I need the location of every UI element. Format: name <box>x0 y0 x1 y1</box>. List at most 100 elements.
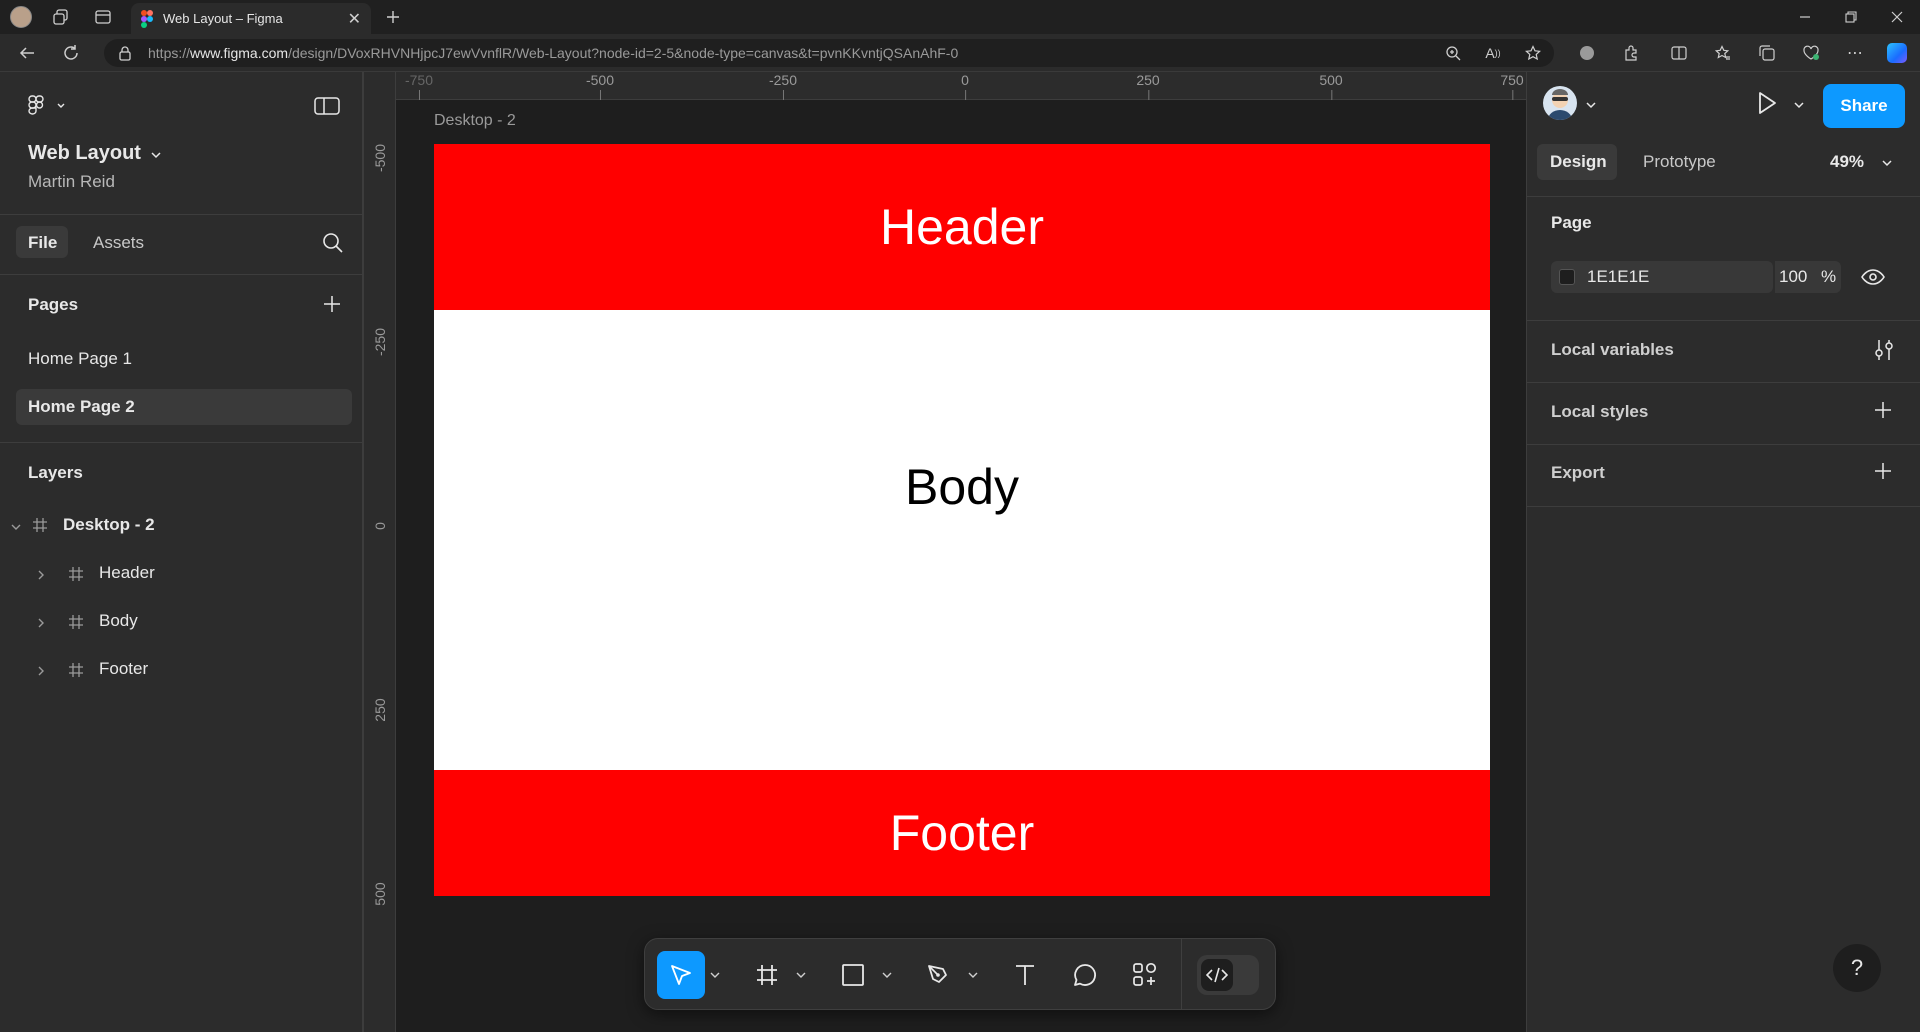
profile-avatar-icon[interactable] <box>6 2 36 32</box>
layer-footer[interactable]: Footer <box>99 659 148 679</box>
frame-icon <box>32 517 48 533</box>
read-aloud-icon[interactable]: A)) <box>1478 38 1508 68</box>
actions-grid-icon <box>1132 962 1158 988</box>
restore-icon[interactable] <box>1836 2 1866 32</box>
present-play-icon[interactable] <box>1755 90 1779 116</box>
eye-visibility-icon[interactable] <box>1861 268 1885 286</box>
canvas[interactable]: -750 -500 -250 0 250 500 750 -500 -250 0… <box>364 72 1526 1032</box>
frame-tool-button[interactable] <box>743 951 791 999</box>
local-variables-heading[interactable]: Local variables <box>1551 340 1674 360</box>
user-avatar[interactable] <box>1543 86 1577 120</box>
pen-tool-button[interactable] <box>915 951 963 999</box>
refresh-icon[interactable] <box>56 38 86 68</box>
vertical-tabs-icon[interactable] <box>88 2 118 32</box>
close-window-icon[interactable] <box>1882 2 1912 32</box>
ruler-tick: 0 <box>961 72 969 100</box>
file-name[interactable]: Web Layout <box>28 142 141 165</box>
comment-tool-button[interactable] <box>1061 951 1109 999</box>
shape-tool-chevron-down-icon[interactable] <box>881 969 893 981</box>
new-tab-icon[interactable] <box>378 2 408 32</box>
collapse-chevron-icon[interactable] <box>10 522 22 532</box>
page-section-heading: Page <box>1551 213 1592 232</box>
frame-tool-chevron-down-icon[interactable] <box>795 969 807 981</box>
page-color-field[interactable]: 1E1E1E <box>1551 261 1776 293</box>
divider <box>1527 444 1920 445</box>
file-name-chevron-down-icon[interactable] <box>150 150 162 160</box>
more-menu-icon[interactable]: ⋯ <box>1840 38 1870 68</box>
collections-icon[interactable] <box>1752 38 1782 68</box>
expand-chevron-icon[interactable] <box>36 569 46 581</box>
url-field[interactable]: https://www.figma.com/design/DVoxRHVNHjp… <box>104 39 1554 67</box>
copilot-icon[interactable] <box>1882 38 1912 68</box>
minimize-icon[interactable] <box>1790 2 1820 32</box>
pen-tool-chevron-down-icon[interactable] <box>967 969 979 981</box>
tab-assets[interactable]: Assets <box>93 233 144 253</box>
add-export-icon[interactable] <box>1873 461 1893 481</box>
extension-shield-icon[interactable] <box>1572 38 1602 68</box>
comment-bubble-icon <box>1072 962 1098 988</box>
actions-button[interactable] <box>1121 951 1169 999</box>
split-screen-icon[interactable] <box>1664 38 1694 68</box>
zoom-level[interactable]: 49% <box>1830 152 1864 172</box>
text-icon <box>1013 963 1037 987</box>
expand-chevron-icon[interactable] <box>36 665 46 677</box>
dev-mode-toggle[interactable] <box>1197 955 1259 995</box>
back-arrow-icon[interactable] <box>12 38 42 68</box>
expand-chevron-icon[interactable] <box>36 617 46 629</box>
figma-menu-icon[interactable] <box>26 94 70 118</box>
tab-prototype[interactable]: Prototype <box>1643 152 1716 172</box>
divider <box>0 442 362 443</box>
left-panel: Web Layout Martin Reid File Assets Pages… <box>0 72 364 1032</box>
help-button[interactable]: ? <box>1833 944 1881 992</box>
text-tool-button[interactable] <box>1001 951 1049 999</box>
add-style-icon[interactable] <box>1873 400 1893 420</box>
url-host: www.figma.com <box>190 45 289 61</box>
page-opacity-value[interactable]: 100 <box>1779 267 1807 287</box>
page-opacity-field[interactable]: 100 % <box>1775 261 1841 293</box>
page-item-home-page-1[interactable]: Home Page 1 <box>28 349 132 369</box>
avatar-chevron-down-icon[interactable] <box>1585 100 1597 110</box>
layer-desktop-2[interactable]: Desktop - 2 <box>63 515 155 535</box>
page-color-hex[interactable]: 1E1E1E <box>1587 267 1649 287</box>
ruler-top: -750 -500 -250 0 250 500 750 <box>396 72 1526 100</box>
zoom-icon[interactable] <box>1438 38 1468 68</box>
workspaces-icon[interactable] <box>46 2 76 32</box>
layer-header[interactable]: Header <box>99 563 155 583</box>
frame-label[interactable]: Desktop - 2 <box>434 112 516 130</box>
ruler-tick: 250 <box>1136 72 1160 100</box>
export-heading[interactable]: Export <box>1551 463 1605 483</box>
close-tab-icon[interactable]: ✕ <box>348 9 361 29</box>
frame-icon <box>68 662 84 678</box>
search-icon[interactable] <box>322 232 344 254</box>
page-item-home-page-2[interactable]: Home Page 2 <box>28 397 135 417</box>
divider <box>1527 506 1920 507</box>
toggle-sidebar-icon[interactable] <box>314 96 340 116</box>
toolbar-divider <box>1181 939 1182 1009</box>
layer-body[interactable]: Body <box>99 611 138 631</box>
header-text: Header <box>880 199 1044 255</box>
favorite-star-icon[interactable] <box>1518 38 1548 68</box>
browser-tab[interactable]: Web Layout – Figma ✕ <box>131 3 371 34</box>
local-styles-heading[interactable]: Local styles <box>1551 402 1648 422</box>
lock-icon[interactable] <box>118 45 132 61</box>
favorites-icon[interactable] <box>1708 38 1738 68</box>
url-prefix: https:// <box>148 45 191 61</box>
footer-section[interactable]: Footer <box>434 770 1490 896</box>
right-panel: Share Design Prototype 49% Page 1E1E1E 1… <box>1526 72 1920 1032</box>
zoom-chevron-down-icon[interactable] <box>1881 158 1893 168</box>
divider <box>1527 382 1920 383</box>
extensions-puzzle-icon[interactable] <box>1616 38 1646 68</box>
browser-essentials-icon[interactable] <box>1796 38 1826 68</box>
move-tool-chevron-down-icon[interactable] <box>709 969 721 981</box>
variables-sliders-icon[interactable] <box>1873 338 1895 362</box>
body-section[interactable]: Body <box>434 310 1490 770</box>
tab-title: Web Layout – Figma <box>163 11 283 26</box>
shape-tool-button[interactable] <box>829 951 877 999</box>
page-color-swatch[interactable] <box>1559 269 1575 285</box>
desktop-frame[interactable]: Header Body Footer <box>434 144 1490 896</box>
share-button[interactable]: Share <box>1823 84 1905 128</box>
move-tool-button[interactable] <box>657 951 705 999</box>
header-section[interactable]: Header <box>434 144 1490 310</box>
present-chevron-down-icon[interactable] <box>1793 100 1805 110</box>
add-page-icon[interactable] <box>322 294 342 314</box>
